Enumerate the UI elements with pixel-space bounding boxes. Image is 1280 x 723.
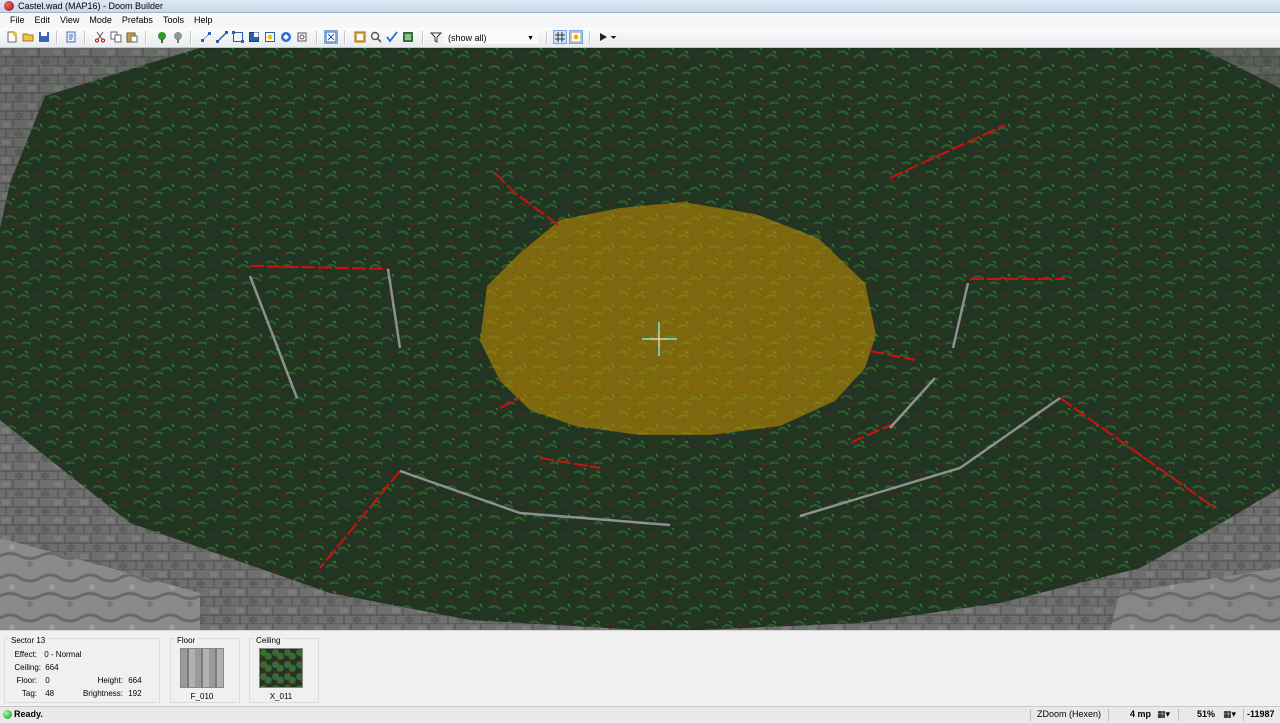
sector-title: Sector 13: [9, 636, 48, 645]
ceiling-group-title: Ceiling: [254, 636, 283, 645]
height-value: 664: [128, 676, 142, 685]
status-bar: Ready. ZDoom (Hexen) 4 mp ▦▾ 51% ▦▾ -119…: [0, 706, 1280, 723]
floor-texture-group: Floor F_010: [170, 636, 240, 703]
brightness-value: 192: [128, 689, 142, 698]
thing-filter-icon[interactable]: [324, 30, 338, 44]
status-text: Ready.: [14, 709, 43, 719]
script-editor-icon[interactable]: [64, 30, 78, 44]
floor-value: 0: [45, 676, 50, 685]
menu-view[interactable]: View: [55, 13, 84, 28]
brightness-label: Brightness:: [82, 689, 123, 698]
snap-icon[interactable]: [569, 30, 583, 44]
ceiling-texture-group: Ceiling X_011: [249, 636, 319, 703]
floor-texture-name: F_010: [190, 692, 214, 701]
save-map-icon[interactable]: [37, 30, 51, 44]
ceiling-label: Ceiling:: [14, 663, 41, 672]
floor-texture-preview[interactable]: [180, 648, 224, 688]
zoom-level[interactable]: 51%: [1197, 709, 1215, 719]
menu-bar: File Edit View Mode Prefabs Tools Help: [0, 13, 1280, 28]
title-bar: Castel.wad (MAP16) - Doom Builder: [0, 0, 1280, 13]
ceiling-texture-preview[interactable]: [259, 648, 303, 688]
filter-icon[interactable]: [429, 30, 443, 44]
zoom-icon-status[interactable]: ▦▾: [1223, 709, 1236, 720]
engine-label: ZDoom (Hexen): [1037, 709, 1102, 719]
play-icon[interactable]: [596, 30, 610, 44]
cut-icon[interactable]: [93, 30, 107, 44]
status-ready-icon: [3, 710, 12, 719]
menu-help[interactable]: Help: [189, 13, 218, 28]
insert-prefab-icon[interactable]: [155, 30, 169, 44]
effect-value: 0 - Normal: [44, 650, 82, 659]
menu-mode[interactable]: Mode: [84, 13, 117, 28]
info-panel: Sector 13 Effect: 0 - Normal Ceiling: 66…: [0, 630, 1280, 706]
check-map-icon[interactable]: [385, 30, 399, 44]
zoom-icon[interactable]: [369, 30, 383, 44]
ceiling-value: 664: [45, 663, 59, 672]
new-map-icon[interactable]: [5, 30, 19, 44]
insert-previous-prefab-icon[interactable]: [171, 30, 185, 44]
floor-row: Floor: 0: [11, 676, 50, 685]
thing-filter-select[interactable]: (show all) ▼: [444, 31, 538, 44]
app-icon: [4, 1, 14, 11]
tag-row: Tag: 48: [11, 689, 54, 698]
copy-icon[interactable]: [109, 30, 123, 44]
paste-icon[interactable]: [125, 30, 139, 44]
floor-label: Floor:: [16, 676, 37, 685]
sectors-mode-icon[interactable]: [231, 30, 245, 44]
grid-size[interactable]: 4 mp: [1130, 709, 1151, 719]
cursor-coordinates: -11987: [1247, 709, 1275, 719]
height-row: Height: 664: [81, 676, 142, 685]
3d-viewport[interactable]: [0, 48, 1280, 630]
toolbar: (show all) ▼: [0, 28, 1280, 48]
filter-value: (show all): [448, 33, 487, 43]
chevron-down-icon: ▼: [527, 35, 534, 42]
grid-size-icon[interactable]: ▦▾: [1157, 709, 1170, 720]
menu-edit[interactable]: Edit: [30, 13, 56, 28]
visual-mode-icon[interactable]: [295, 30, 309, 44]
floor-group-title: Floor: [175, 636, 198, 645]
menu-tools[interactable]: Tools: [158, 13, 189, 28]
window-title: Castel.wad (MAP16) - Doom Builder: [18, 1, 164, 11]
ceiling-row: Ceiling: 664: [11, 663, 59, 672]
effect-row: Effect: 0 - Normal: [11, 650, 82, 659]
open-map-icon[interactable]: [21, 30, 35, 44]
menu-prefabs[interactable]: Prefabs: [117, 13, 158, 28]
3d-mode-icon[interactable]: [279, 30, 293, 44]
things-mode-icon[interactable]: [247, 30, 261, 44]
texture-browser-icon[interactable]: [353, 30, 367, 44]
linedefs-mode-icon[interactable]: [215, 30, 229, 44]
effect-label: Effect:: [14, 650, 37, 659]
play-options-icon[interactable]: [609, 30, 618, 44]
height-label: Height:: [97, 676, 123, 685]
menu-file[interactable]: File: [0, 13, 30, 28]
tag-value: 48: [45, 689, 55, 698]
3d-scene: [0, 48, 1280, 630]
ceiling-texture-name: X_011: [269, 692, 293, 701]
make-sector-icon[interactable]: [401, 30, 415, 44]
grid-icon[interactable]: [553, 30, 567, 44]
tag-label: Tag:: [21, 689, 37, 698]
sector-info-group: Sector 13 Effect: 0 - Normal Ceiling: 66…: [4, 636, 160, 703]
mode-brightness-icon[interactable]: [263, 30, 277, 44]
vertices-mode-icon[interactable]: [199, 30, 213, 44]
brightness-row: Brightness: 192: [81, 689, 142, 698]
